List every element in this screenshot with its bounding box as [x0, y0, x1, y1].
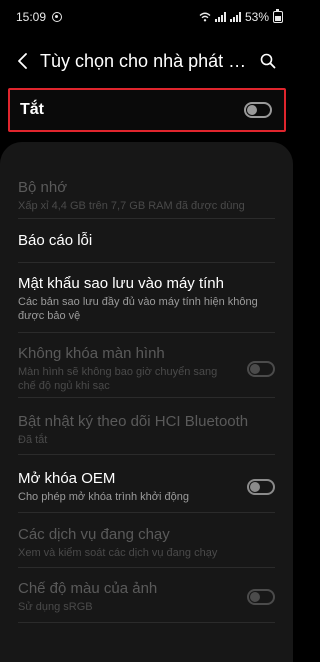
setting-picture-color-mode[interactable]: Chế độ màu của ảnh Sử dụng sRGB: [18, 579, 275, 614]
setting-title: Chế độ màu của ảnh: [18, 580, 158, 597]
setting-title: Báo cáo lỗi: [18, 232, 93, 249]
status-bar: 15:09 53%: [0, 0, 293, 34]
setting-bluetooth-hci-log[interactable]: Bật nhật ký theo dõi HCI Bluetooth Đã tắ…: [18, 412, 275, 447]
battery-percent: 53%: [244, 10, 269, 24]
setting-memory[interactable]: Bộ nhớ Xấp xỉ 4,4 GB trên 7,7 GB RAM đã …: [18, 178, 275, 213]
setting-title: Bật nhật ký theo dõi HCI Bluetooth: [18, 413, 249, 430]
search-icon: [260, 53, 276, 69]
divider: [18, 567, 275, 568]
master-toggle[interactable]: [244, 102, 272, 118]
divider: [18, 262, 275, 263]
divider: [18, 512, 275, 513]
notification-icon: [52, 12, 63, 22]
setting-subtitle: Sử dụng sRGB: [18, 601, 93, 613]
color-mode-toggle[interactable]: [247, 588, 275, 605]
developer-options-master-switch[interactable]: Tắt: [8, 88, 286, 132]
setting-title: Không khóa màn hình: [18, 345, 165, 362]
setting-running-services[interactable]: Các dịch vụ đang chạy Xem và kiểm soát c…: [18, 525, 275, 560]
setting-subtitle: Các bản sao lưu đầy đủ vào máy tính hiện…: [18, 296, 258, 322]
status-time: 15:09: [16, 10, 47, 24]
battery-icon: [273, 9, 283, 23]
setting-title: Các dịch vụ đang chạy: [18, 526, 170, 543]
wifi-icon: [199, 12, 211, 22]
setting-title: Mở khóa OEM: [18, 470, 116, 487]
chevron-left-icon: [18, 53, 27, 69]
setting-subtitle: Cho phép mở khóa trình khởi động: [18, 491, 189, 503]
setting-subtitle: Đã tắt: [18, 434, 48, 446]
app-bar: Tùy chọn cho nhà phát tri...: [0, 40, 293, 82]
settings-card: Bộ nhớ Xấp xỉ 4,4 GB trên 7,7 GB RAM đã …: [0, 142, 293, 662]
setting-subtitle: Xem và kiểm soát các dịch vụ đang chạy: [18, 547, 218, 559]
divider: [18, 332, 275, 333]
search-button[interactable]: [257, 50, 279, 72]
status-right: 53%: [199, 9, 283, 24]
setting-subtitle: Xấp xỉ 4,4 GB trên 7,7 GB RAM đã được dù…: [18, 200, 245, 212]
setting-oem-unlock[interactable]: Mở khóa OEM Cho phép mở khóa trình khởi …: [18, 469, 275, 504]
status-left: 15:09: [16, 10, 63, 24]
signal-icon: [214, 12, 226, 22]
setting-bug-report[interactable]: Báo cáo lỗi: [18, 231, 275, 250]
oem-unlock-toggle[interactable]: [247, 478, 275, 495]
setting-title: Mật khẩu sao lưu vào máy tính: [18, 275, 224, 292]
master-switch-label: Tắt: [20, 101, 44, 118]
divider: [18, 622, 275, 623]
setting-subtitle: Màn hình sẽ không bao giờ chuyển sang ch…: [18, 366, 218, 392]
divider: [18, 454, 275, 455]
back-button[interactable]: [6, 40, 40, 82]
signal-icon-2: [229, 12, 241, 22]
stay-awake-toggle[interactable]: [247, 360, 275, 377]
divider: [18, 397, 275, 398]
page-title: Tùy chọn cho nhà phát tri...: [40, 50, 250, 71]
divider: [18, 218, 275, 219]
setting-backup-password[interactable]: Mật khẩu sao lưu vào máy tính Các bản sa…: [18, 274, 275, 323]
setting-stay-awake[interactable]: Không khóa màn hình Màn hình sẽ không ba…: [18, 344, 275, 393]
setting-title: Bộ nhớ: [18, 179, 68, 196]
